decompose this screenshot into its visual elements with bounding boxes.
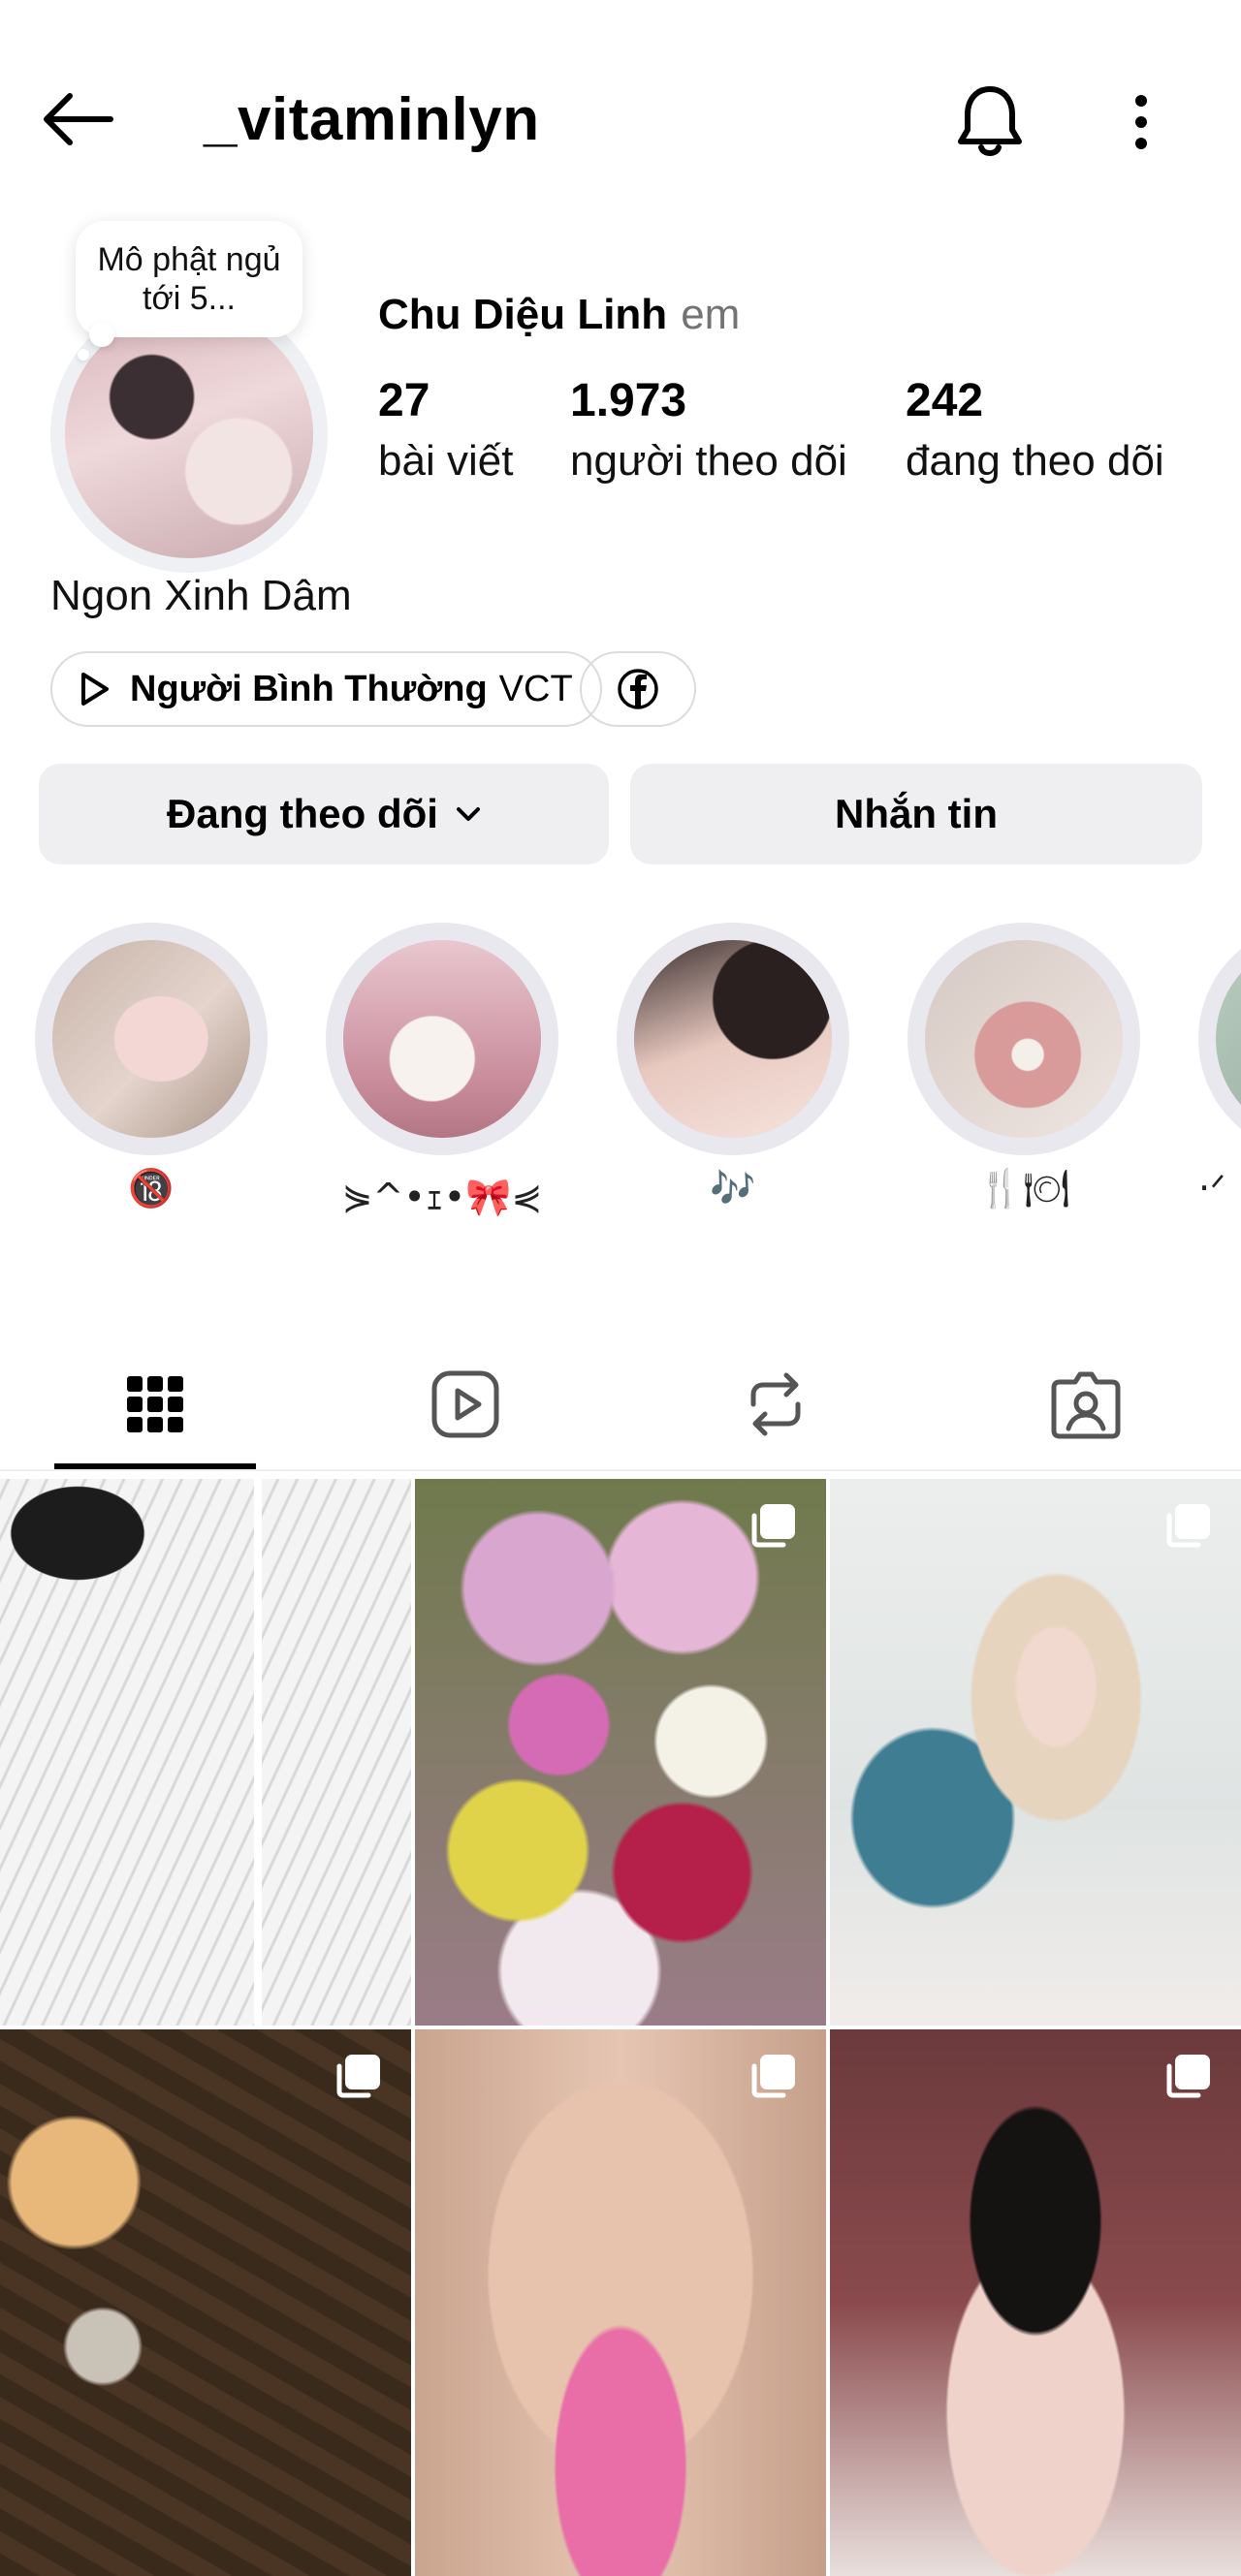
tab-reels[interactable] (310, 1339, 620, 1469)
highlight-label: 🎶 (710, 1167, 756, 1209)
stat-followers-value: 1.973 (570, 375, 687, 426)
pronoun: em (681, 291, 741, 338)
highlight-label: ·ᐟ (1198, 1167, 1226, 1209)
stat-posts[interactable]: 27 bài viết (378, 374, 513, 486)
following-label: Đang theo dõi (167, 791, 438, 836)
highlight-image (925, 940, 1123, 1138)
highlight-item[interactable]: ⋟^•ｪ•🎀⋞ (326, 923, 558, 1218)
facebook-link-button[interactable] (580, 651, 696, 727)
highlight-ring (617, 923, 849, 1155)
full-name-text: Chu Diệu Linh (378, 291, 668, 338)
top-bar: _vitaminlyn (0, 0, 1241, 223)
facebook-icon (617, 668, 659, 710)
grid-post[interactable] (830, 1479, 1241, 2026)
tagged-icon (1050, 1368, 1122, 1440)
highlight-label: 🍴🍽 (977, 1167, 1070, 1209)
message-label: Nhắn tin (835, 791, 998, 836)
grid-post[interactable] (830, 2029, 1241, 2576)
following-button[interactable]: Đang theo dõi (39, 764, 609, 864)
stat-posts-value: 27 (378, 375, 430, 426)
reels-icon (430, 1369, 500, 1439)
highlight-ring (907, 923, 1140, 1155)
highlight-ring (326, 923, 558, 1155)
highlight-image (1216, 940, 1241, 1138)
highlight-item[interactable]: 🎶 (617, 923, 849, 1213)
chevron-down-icon (456, 805, 481, 823)
back-arrow-icon[interactable] (33, 83, 120, 155)
highlight-image (343, 940, 541, 1138)
stat-following-value: 242 (906, 375, 984, 426)
reposts-icon (746, 1371, 806, 1437)
profile-full-name: Chu Diệu Linh em (378, 291, 740, 339)
multiple-images-icon (748, 2051, 799, 2106)
multiple-images-icon (1163, 1500, 1214, 1555)
stat-posts-label: bài viết (378, 437, 514, 485)
multiple-images-icon (334, 2051, 384, 2106)
profile-note[interactable]: Mô phật ngủ tới 5... (76, 221, 302, 337)
multiple-images-icon (748, 1500, 799, 1555)
highlight-item[interactable]: ·ᐟ (1198, 923, 1241, 1213)
grid-icon (125, 1374, 185, 1434)
grid-post[interactable] (0, 2029, 411, 2576)
message-button[interactable]: Nhắn tin (630, 764, 1202, 864)
profile-username: _vitaminlyn (204, 86, 540, 153)
stat-followers[interactable]: 1.973 người theo dõi (570, 374, 847, 486)
posts-grid (0, 1479, 1241, 2576)
highlight-item[interactable]: 🍴🍽 (907, 923, 1140, 1213)
profile-tabs (0, 1339, 1241, 1469)
highlight-ring (1198, 923, 1241, 1155)
play-icon (78, 671, 111, 707)
tab-tagged[interactable] (931, 1339, 1241, 1469)
highlight-image (52, 940, 250, 1138)
avatar-image (65, 310, 313, 558)
grid-post[interactable] (0, 1479, 411, 2026)
more-vertical-icon[interactable] (1117, 85, 1165, 159)
bell-icon[interactable] (946, 79, 1034, 163)
highlight-label: ⋟^•ｪ•🎀⋞ (341, 1176, 543, 1218)
note-bubble-tail (89, 322, 114, 347)
highlight-item[interactable]: 🔞 (35, 923, 268, 1213)
stat-following[interactable]: 242 đang theo dõi (906, 374, 1164, 486)
note-bubble-tail-small (78, 349, 89, 361)
highlight-label: 🔞 (128, 1167, 175, 1209)
highlight-image (634, 940, 832, 1138)
profile-bio: Ngon Xinh Dâm (50, 572, 352, 619)
link-title: Người Bình Thường (130, 668, 488, 709)
stat-followers-label: người theo dõi (570, 437, 847, 485)
tab-posts-grid[interactable] (0, 1339, 310, 1469)
highlight-ring (35, 923, 268, 1155)
grid-post[interactable] (415, 1479, 826, 2026)
link-subtitle: VCT (498, 668, 573, 709)
grid-post[interactable] (415, 2029, 826, 2576)
tab-reposts[interactable] (620, 1339, 931, 1469)
stat-following-label: đang theo dõi (906, 437, 1164, 485)
tabs-divider (0, 1469, 1241, 1471)
multiple-images-icon (1163, 2051, 1214, 2106)
profile-link-pill[interactable]: Người Bình Thường VCT (50, 651, 602, 727)
